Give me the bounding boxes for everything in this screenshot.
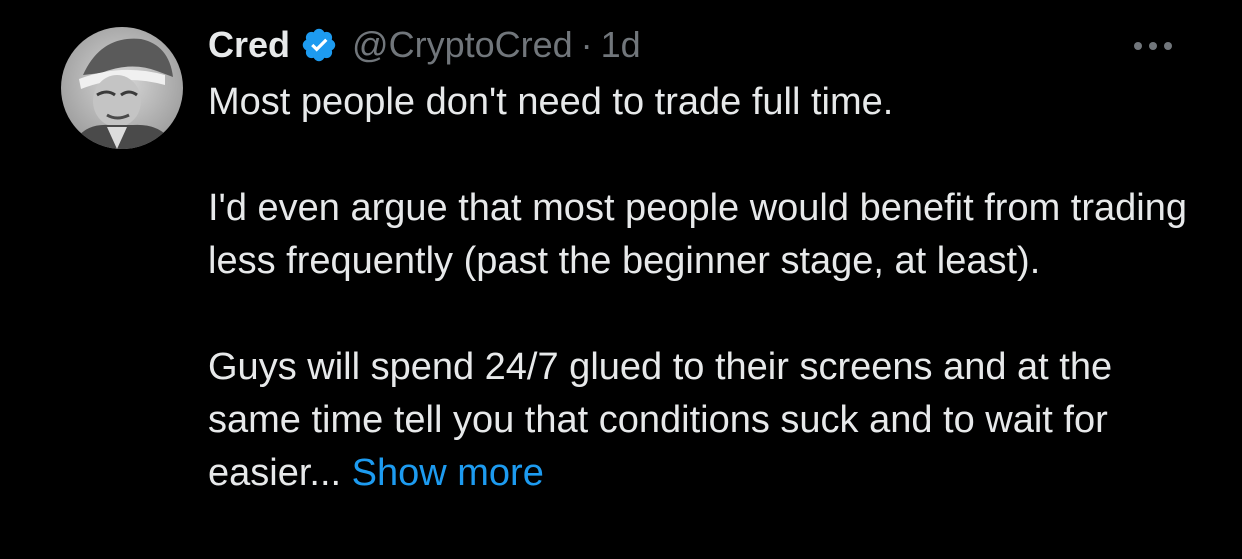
author-handle[interactable]: @CryptoCred [352,18,573,72]
tweet-paragraph-3: Guys will spend 24/7 glued to their scre… [208,341,1198,500]
author-display-name[interactable]: Cred [208,18,290,72]
more-dot [1164,42,1172,50]
tweet-timestamp[interactable]: 1d [601,18,641,72]
tweet-header: Cred @CryptoCred · 1d [208,18,1208,72]
show-more-link[interactable]: Show more [352,452,544,494]
author-avatar[interactable] [61,27,183,149]
tweet-paragraph-2: I'd even argue that most people would be… [208,187,1187,282]
more-options-icon[interactable] [1128,28,1178,64]
verified-badge-icon[interactable] [300,26,338,64]
header-separator: · [580,24,593,65]
more-dot [1149,42,1157,50]
tweet-content: Cred @CryptoCred · 1d Most people don't … [208,18,1208,500]
tweet-body: Most people don't need to trade full tim… [208,76,1198,500]
more-dot [1134,42,1142,50]
tweet-paragraph-1: Most people don't need to trade full tim… [208,81,894,123]
tweet-card[interactable]: Cred @CryptoCred · 1d Most people don't … [0,0,1242,559]
tweet-paragraph-3-text: Guys will spend 24/7 glued to their scre… [208,346,1113,494]
